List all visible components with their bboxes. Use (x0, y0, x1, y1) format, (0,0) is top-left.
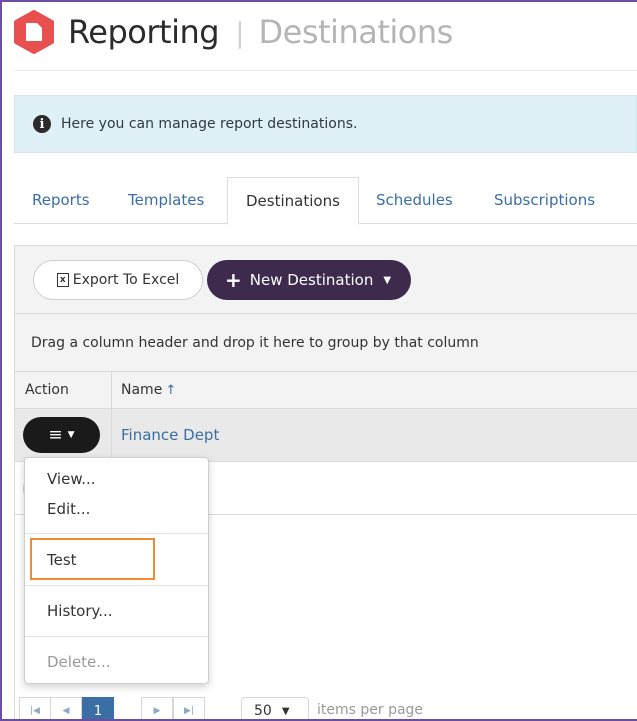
page-header: Reporting | Destinations (12, 10, 453, 54)
next-page-icon[interactable]: ▶ (141, 697, 173, 719)
tab-destinations[interactable]: Destinations (227, 177, 359, 225)
row-divider (111, 409, 112, 462)
destination-name-link[interactable]: Finance Dept (121, 409, 219, 462)
last-page-icon[interactable]: ▶| (173, 697, 205, 719)
chevron-down-icon: ▼ (67, 430, 75, 440)
column-header-action[interactable]: Action (25, 372, 69, 409)
plus-icon: + (225, 268, 242, 292)
menu-item-view[interactable]: View... (47, 470, 96, 488)
row-action-dropdown: View... Edit... Test History... Delete..… (24, 457, 209, 684)
menu-item-test[interactable]: Test (47, 551, 77, 569)
group-hint-text: Drag a column header and drop it here to… (31, 334, 479, 351)
menu-item-delete: Delete... (47, 653, 111, 671)
chevron-down-icon: ▼ (281, 705, 290, 717)
hexagon-document-icon (12, 10, 56, 54)
menu-divider (25, 636, 208, 637)
column-header-name-label: Name (121, 382, 163, 398)
column-header-name[interactable]: Name ↑ (121, 372, 176, 409)
page-size-select[interactable]: 50 ▼ (241, 697, 309, 719)
menu-divider (25, 533, 208, 534)
column-divider (111, 372, 112, 409)
hamburger-menu-icon: ≡ (48, 425, 63, 445)
info-icon: i (33, 115, 51, 133)
grid-pager: |◀ ◀ 1 ▶ ▶| 50 ▼ items per page (15, 695, 637, 719)
row-action-menu-button[interactable]: ≡ ▼ (23, 417, 100, 453)
table-row: ≡ ▼ Finance Dept (15, 409, 637, 462)
new-destination-button[interactable]: + New Destination ▼ (207, 260, 411, 300)
menu-item-edit[interactable]: Edit... (47, 500, 90, 518)
title-separator: | (235, 15, 245, 49)
page-size-value: 50 (254, 703, 272, 719)
tab-bar: Reports Templates Destinations Schedules… (14, 177, 637, 225)
app-frame: Reporting | Destinations i Here you can … (0, 0, 637, 721)
tab-templates[interactable]: Templates (110, 177, 222, 224)
app-title: Reporting (68, 13, 220, 51)
tab-schedules[interactable]: Schedules (358, 177, 471, 224)
chevron-down-icon: ▼ (383, 274, 392, 286)
excel-icon: x (56, 273, 69, 287)
info-alert-text: Here you can manage report destinations. (61, 116, 358, 132)
grid-header: Action Name ↑ (15, 372, 637, 409)
export-to-excel-button[interactable]: x Export To Excel (33, 260, 203, 300)
menu-divider (25, 585, 208, 586)
items-per-page-label: items per page (317, 702, 424, 718)
group-drop-area[interactable]: Drag a column header and drop it here to… (15, 314, 637, 372)
grid-toolbar: x Export To Excel + New Destination ▼ (15, 246, 637, 314)
sort-ascending-icon: ↑ (165, 383, 177, 398)
first-page-icon[interactable]: |◀ (19, 697, 51, 719)
menu-item-history[interactable]: History... (47, 602, 113, 620)
prev-page-icon[interactable]: ◀ (50, 697, 82, 719)
page-title: Destinations (258, 13, 454, 51)
header-divider (14, 70, 637, 71)
info-alert: i Here you can manage report destination… (14, 95, 637, 153)
new-destination-label: New Destination (249, 271, 374, 289)
tab-reports[interactable]: Reports (14, 177, 108, 224)
tab-subscriptions[interactable]: Subscriptions (476, 177, 613, 224)
export-button-label: Export To Excel (72, 272, 180, 288)
page-number-button[interactable]: 1 (82, 697, 114, 719)
